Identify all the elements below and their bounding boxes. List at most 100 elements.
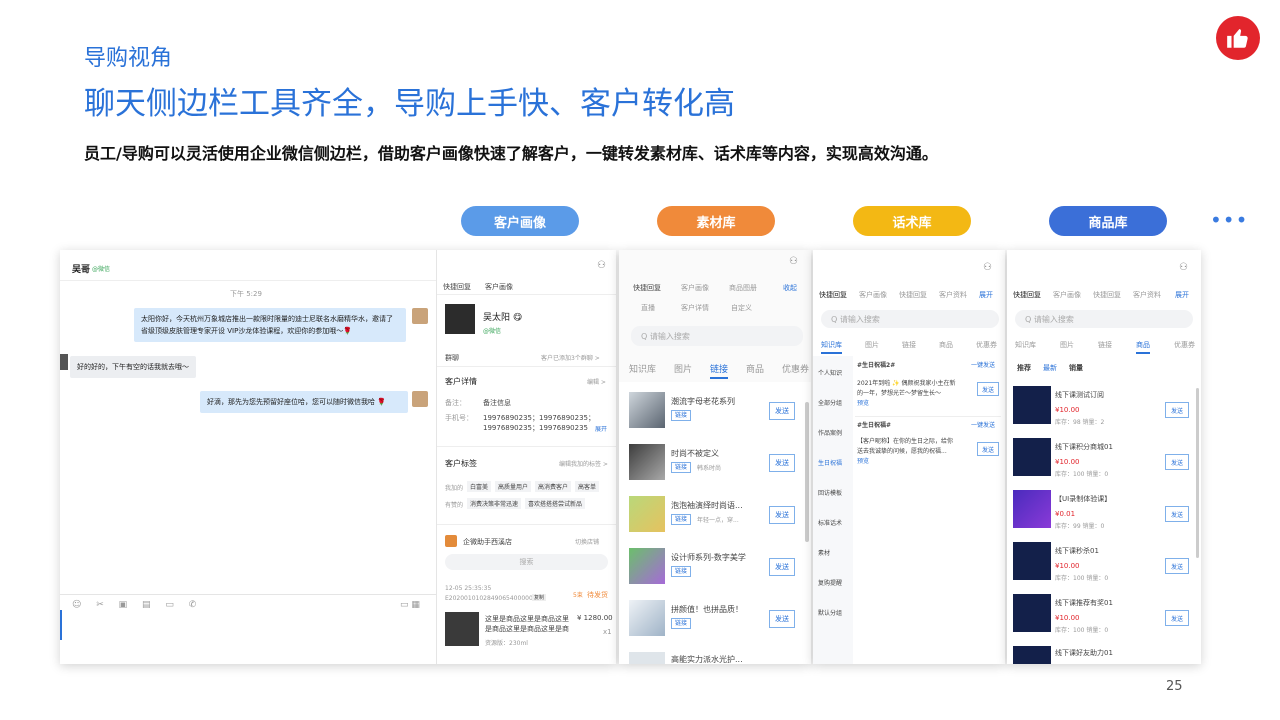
expand-link[interactable]: 展开 (979, 290, 993, 300)
goods-item: 线下课积分商城01 ¥10.00 库存：100 销量：0 发送 (1007, 434, 1201, 484)
category-tab-coupons[interactable]: 优惠券 (782, 362, 809, 379)
edit-tags-link[interactable]: 编辑我加的标签 > (559, 459, 608, 468)
script-search-input[interactable]: Q 请输入搜索 (821, 310, 999, 328)
tag-chip: 消费决策非常迅速 (467, 498, 522, 509)
goods-price: ¥10.00 (1055, 406, 1080, 414)
category-item[interactable]: 作品案例 (818, 428, 842, 437)
script-tab-3[interactable]: 快捷回复 (899, 290, 927, 300)
chat-toolbar[interactable]: ☺ ✂ ▣ ▤ ▭ ✆ (72, 600, 202, 610)
goods-item: 线下课测试订阅 ¥10.00 库存：98 销量：2 发送 (1007, 382, 1201, 432)
category-item[interactable]: 素材 (818, 548, 830, 557)
scrollbar[interactable] (805, 402, 809, 542)
material-thumbnail (629, 444, 665, 480)
category-item[interactable]: 个人知识 (818, 368, 842, 377)
category-item[interactable]: 全部分组 (818, 398, 842, 407)
send-button[interactable]: 发送 (769, 610, 795, 628)
tab-customer-profile[interactable]: 客户画像 (485, 282, 513, 292)
goods-tab-3[interactable]: 快捷回复 (1093, 290, 1121, 300)
send-button[interactable]: 发送 (769, 402, 795, 420)
category-tab-knowledge[interactable]: 知识库 (629, 362, 656, 379)
script-tab-4[interactable]: 客户资料 (939, 290, 967, 300)
material-thumbnail (629, 600, 665, 636)
send-button[interactable]: 发送 (977, 442, 999, 456)
sort-sales[interactable]: 销量 (1069, 363, 1083, 373)
order-spec: 资源版：230ml (485, 640, 528, 647)
switch-store-link[interactable]: 切换店铺 (575, 537, 599, 546)
tab-coupons[interactable]: 优惠券 (1174, 340, 1195, 354)
tag-row-label-2: 有赞的 (445, 502, 464, 509)
tab-goods[interactable]: 商品 (939, 340, 953, 354)
category-item-active[interactable]: 生日祝福 (818, 458, 842, 467)
tab-links[interactable]: 链接 (1098, 340, 1112, 354)
category-tab-links[interactable]: 链接 (709, 362, 728, 379)
goods-thumbnail (1013, 386, 1051, 424)
script-tab-1[interactable]: 快捷回复 (819, 290, 847, 300)
tab-knowledge[interactable]: 知识库 (821, 340, 842, 354)
link-tag: 链接 (671, 566, 692, 577)
category-item[interactable]: 回访模板 (818, 488, 842, 497)
chat-panel: 吴哥 @微信 下午 5:29 太阳你好，今天杭州万象城店推出一款限时限量的迪士尼… (60, 250, 616, 664)
edit-link[interactable]: 编辑 > (587, 377, 606, 386)
chat-toolbar-right[interactable]: ▭ ▦ (400, 600, 420, 610)
send-button[interactable]: 发送 (1165, 558, 1189, 574)
send-button[interactable]: 发送 (1165, 506, 1189, 522)
tab-images[interactable]: 图片 (865, 340, 879, 354)
script-tab-2[interactable]: 客户画像 (859, 290, 887, 300)
send-button[interactable]: 发送 (977, 382, 999, 396)
expand-link[interactable]: 展开 (1175, 290, 1189, 300)
goods-tab-2[interactable]: 客户画像 (1053, 290, 1081, 300)
one-click-send[interactable]: 一键发送 (971, 420, 995, 429)
send-button[interactable]: 发送 (1165, 402, 1189, 418)
tab-goods[interactable]: 商品 (1136, 340, 1150, 354)
material-tab-6[interactable]: 自定义 (731, 303, 752, 313)
group-value[interactable]: 客户已添加3个群聊 > (541, 353, 600, 362)
category-tab-goods[interactable]: 商品 (746, 362, 764, 379)
script-card-title: #生日祝福# (857, 422, 892, 429)
collapse-link[interactable]: 收起 (783, 283, 797, 293)
order-search-input[interactable]: 搜索 (445, 554, 608, 570)
goods-price: ¥10.00 (1055, 458, 1080, 466)
goods-tab-4[interactable]: 客户资料 (1133, 290, 1161, 300)
script-card-title: #生日祝福2# (857, 362, 896, 369)
tab-quick-reply[interactable]: 快捷回复 (443, 282, 471, 292)
tab-knowledge[interactable]: 知识库 (1015, 340, 1036, 354)
tab-coupons[interactable]: 优惠券 (976, 340, 997, 354)
pill-script-library: 话术库 (853, 206, 971, 236)
send-button[interactable]: 发送 (769, 558, 795, 576)
goods-price: ¥10.00 (1055, 614, 1080, 622)
one-click-send[interactable]: 一键发送 (971, 360, 995, 369)
preview-link[interactable]: 预览 (857, 398, 869, 407)
goods-search-input[interactable]: Q 请输入搜索 (1015, 310, 1193, 328)
send-button[interactable]: 发送 (1165, 610, 1189, 626)
category-tab-images[interactable]: 图片 (674, 362, 692, 379)
material-tab-4[interactable]: 直播 (641, 303, 655, 313)
material-tab-5[interactable]: 客户详情 (681, 303, 709, 313)
profile-sidebar: 快捷回复 客户画像 ⚇ 吴太阳 😋 @微信 群聊 客户已添加3个群聊 > 客户详… (437, 250, 616, 664)
tab-links[interactable]: 链接 (902, 340, 916, 354)
copy-button[interactable]: 复制 (532, 594, 547, 601)
material-search-input[interactable]: Q 请输入搜索 (631, 326, 803, 346)
order-price: ¥ 1280.00 (577, 614, 613, 622)
material-tab-1[interactable]: 快捷回复 (633, 283, 661, 293)
send-button[interactable]: 发送 (769, 506, 795, 524)
sort-recommended[interactable]: 推荐 (1017, 363, 1031, 373)
order-qty: x1 (603, 628, 612, 636)
category-item[interactable]: 复购提醒 (818, 578, 842, 587)
link-tag: 链接 (671, 618, 692, 629)
expand-link[interactable]: 展开 (595, 424, 607, 433)
scrollbar[interactable] (1196, 388, 1199, 558)
thumbs-up-logo-icon (1216, 16, 1260, 60)
goods-thumbnail (1013, 594, 1051, 632)
material-tab-2[interactable]: 客户画像 (681, 283, 709, 293)
goods-list: 线下课测试订阅 ¥10.00 库存：98 销量：2 发送 线下课积分商城01 ¥… (1007, 378, 1201, 664)
material-tab-3[interactable]: 商品图册 (729, 283, 757, 293)
tab-images[interactable]: 图片 (1060, 340, 1074, 354)
preview-link[interactable]: 预览 (857, 456, 869, 465)
category-item[interactable]: 默认分组 (818, 608, 842, 617)
goods-tab-1[interactable]: 快捷回复 (1013, 290, 1041, 300)
order-desc-1: 这里是商品这里是商品这里 (485, 615, 569, 623)
send-button[interactable]: 发送 (1165, 454, 1189, 470)
sort-newest[interactable]: 最新 (1043, 363, 1057, 373)
category-item[interactable]: 标准话术 (818, 518, 842, 527)
send-button[interactable]: 发送 (769, 454, 795, 472)
